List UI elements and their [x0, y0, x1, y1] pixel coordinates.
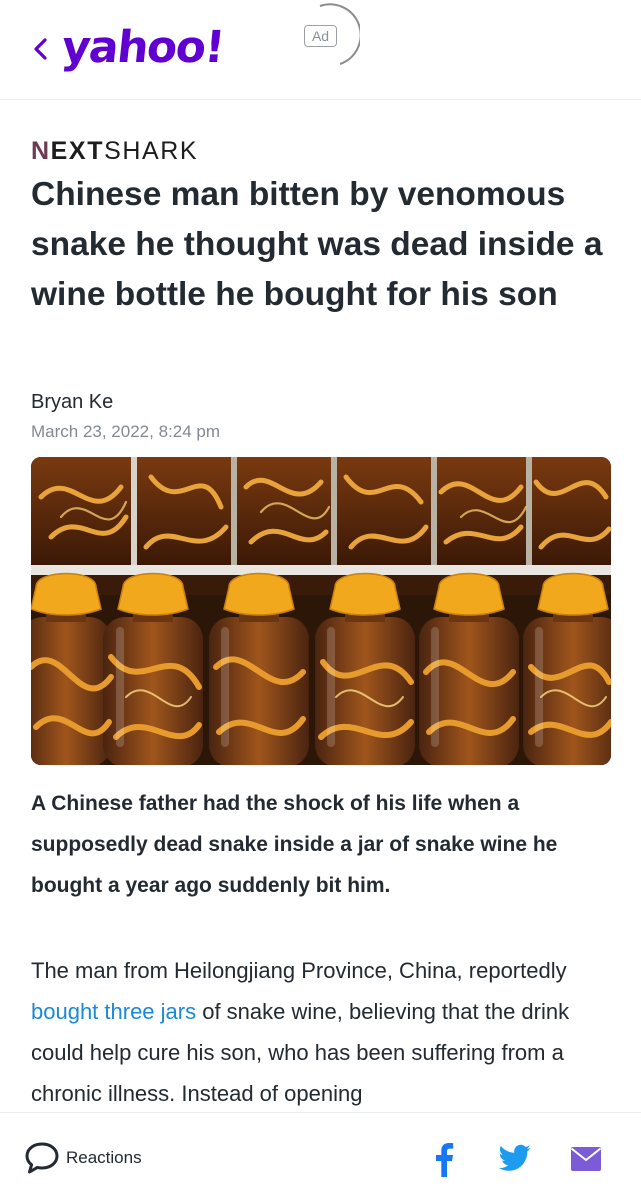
publisher-name[interactable]: NEXTSHARK [31, 137, 198, 166]
bottom-action-bar: Reactions [0, 1112, 641, 1200]
hero-image[interactable] [31, 457, 611, 765]
reactions-label: Reactions [66, 1148, 142, 1167]
reactions-button[interactable]: Reactions [24, 1141, 142, 1175]
mail-icon[interactable] [571, 1147, 601, 1171]
article-headline: Chinese man bitten by venomous snake he … [31, 176, 603, 313]
publisher-initial: N [31, 137, 51, 165]
back-chevron-icon[interactable] [30, 30, 52, 68]
ad-badge[interactable]: Ad [304, 25, 337, 47]
twitter-icon[interactable] [499, 1144, 531, 1172]
chat-bubble-icon [25, 1142, 59, 1174]
yahoo-logo[interactable]: yahoo! [59, 22, 226, 73]
publisher-rest: SHARK [104, 137, 199, 165]
article-author[interactable]: Bryan Ke [31, 391, 113, 414]
article-date: March 23, 2022, 8:24 pm [31, 422, 221, 441]
top-bar: yahoo! Ad [0, 0, 641, 100]
publisher-bold-part: EXT [50, 137, 105, 165]
facebook-icon[interactable] [430, 1141, 456, 1177]
body-text-start: The man from Heilongjiang Province, Chin… [31, 958, 567, 983]
article-body-paragraph: The man from Heilongjiang Province, Chin… [31, 950, 616, 1114]
bought-three-jars-link[interactable]: bought three jars [31, 999, 196, 1024]
snake-wine-jars-image [31, 457, 611, 765]
article-summary: A Chinese father had the shock of his li… [31, 792, 558, 897]
